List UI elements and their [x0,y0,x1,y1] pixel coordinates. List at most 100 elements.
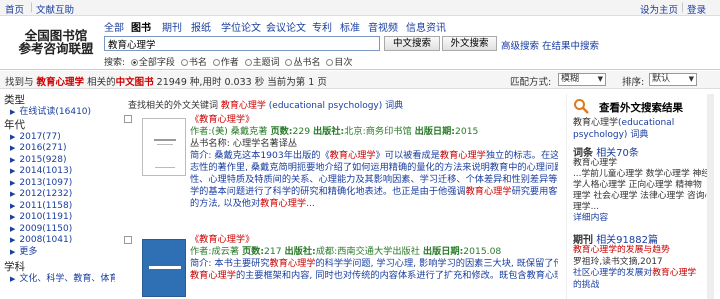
periodical-list: 教育心理学的发展与趋势 罗祖玲,读书文摘,2017 社区心理学的发展对教育心理学… [573,245,705,291]
facet-link[interactable]: 2012(1232) [19,189,72,199]
facet-item[interactable]: ▶ 更多 [0,247,115,259]
facet-link[interactable]: 更多 [19,247,37,257]
entry-content: 教育心理学 ...学前儿童心理学 数学心理学 神经心理 学人格心理学 正向心理学… [573,158,714,224]
related-keyword-link[interactable]: 教育心理学 [221,101,266,111]
facet-item[interactable]: ▶ 2015(928) [0,155,115,167]
scrollbar[interactable] [707,94,714,299]
search-scope: 搜索: 全部字段 书名 作者 主题词 丛书名 目次 [104,55,352,68]
label: 作者: [190,126,212,137]
facet-link[interactable]: 2009(1150) [19,224,72,234]
arrow-icon: ▶ [10,201,16,210]
arrow-icon: ▶ [10,213,16,221]
login-link[interactable]: 登录 [687,2,706,16]
arrow-icon: ▶ [10,275,16,283]
tab-news[interactable]: 信息资讯 [406,19,446,34]
entry-line: 理学... [573,202,599,212]
tab-standards[interactable]: 标准 [340,19,360,34]
tab-journals[interactable]: 期刊 [162,19,182,34]
tab-books[interactable]: 图书 [131,19,151,34]
facet-link[interactable]: 2013(1097) [19,178,72,188]
facet-link[interactable]: 2008(1041) [19,235,72,245]
tab-all[interactable]: 全部 [104,19,124,34]
facet-link[interactable]: 2016(271) [19,143,66,153]
radio-title[interactable] [180,59,188,66]
top-bar: 首页 文献互助 | 设为主页 | 登录 [0,0,720,16]
details-link[interactable]: 详细内容 [573,213,608,223]
arrow-icon: ▶ [10,167,16,175]
text: 相关的 [87,77,116,88]
record-title[interactable]: 《教育心理学》 [190,114,254,125]
set-home-link[interactable]: 设为主页 [640,2,678,16]
search-input[interactable] [104,36,380,51]
tab-newspapers[interactable]: 报纸 [191,19,211,34]
facet-item[interactable]: ▶ 2017(77) [0,132,115,144]
label: 出版日期: [422,246,464,257]
match-select[interactable]: 模糊 ▼ [558,73,606,86]
search-in-results-link[interactable]: 在结果中搜索 [542,38,599,52]
facet-sidebar: 类型 ▶ 在线试读(16410) 年代 ▶ 2017(77) ▶ 2016(271) … [0,94,115,299]
periodical-heading: 期刊 相关91882篇 [573,231,658,246]
periodical-article-link[interactable]: 社区心理学的发展对教育心理学 [573,268,705,280]
keyword: 教育心理学 [573,118,619,128]
facet-item[interactable]: ▶ 2016(271) [0,143,115,155]
record-title[interactable]: 《教育心理学》 [190,234,254,245]
facet-link[interactable]: 2011(1158) [19,201,72,211]
record-1: 《教育心理学》 作者:(美) 桑戴克著 页数:229 出版社:北京:商务印书馆 … [190,114,558,210]
count: 21949 [156,77,187,88]
arrow-icon: ▶ [10,247,16,256]
facet-item[interactable]: ▶ 2012(1232) [0,189,115,201]
radio-label: 主题词 [252,58,280,68]
facet-item[interactable]: ▶ 2008(1041) [0,235,115,247]
tab-patents[interactable]: 专利 [312,19,332,34]
book-cover[interactable] [142,118,186,176]
radio-series[interactable] [285,59,293,66]
facet-item[interactable]: ▶ 2010(1191) [0,212,115,224]
entry-line: 理学 社会心理学 法律心理学 咨询心 [573,191,714,201]
facet-item[interactable]: ▶ 2009(1150) [0,224,115,236]
radio-label: 丛书名 [293,58,321,68]
related-en-link[interactable]: (educational psychology) [269,101,383,111]
radio-author[interactable] [212,59,220,66]
label: 作者: [190,246,212,257]
periodical-article-link[interactable]: 的挑战 [573,280,705,292]
facet-link[interactable]: 文化、科学、教育、体育 [19,274,115,284]
facet-link[interactable]: 2015(928) [19,155,66,165]
facet-item[interactable]: ▶ 文化、科学、教育、体育 [0,274,115,286]
select-checkbox[interactable] [124,236,132,244]
foreign-search-button[interactable]: 外文搜索 [442,36,497,51]
select-checkbox[interactable] [124,115,132,123]
radio-subject[interactable] [244,59,252,66]
chevron-down-icon: ▼ [688,75,694,83]
dictionary-link[interactable]: 词典 [385,101,403,111]
feedback-link[interactable]: 文献互助 [36,2,74,16]
facet-link[interactable]: 2017(77) [19,132,60,142]
facet-item[interactable]: ▶ 2013(1097) [0,178,115,190]
arrow-icon: ▶ [10,178,16,187]
tab-media[interactable]: 音视频 [368,19,398,34]
facet-link[interactable]: 2010(1191) [19,212,72,222]
home-link[interactable]: 首页 [5,2,24,16]
foreign-results-link[interactable]: 查看外文搜索结果 [599,100,683,115]
facet-link[interactable]: 在线试读(16410) [19,107,91,117]
facet-item[interactable]: ▶ 2011(1158) [0,201,115,213]
facet-year-heading: 年代 [4,118,25,131]
arrow-icon: ▶ [10,144,16,152]
tab-theses[interactable]: 学位论文 [221,19,261,34]
periodical-article-link[interactable]: 教育心理学的发展与趋势 [573,245,705,257]
chinese-search-button[interactable]: 中文搜索 [384,36,440,51]
book-cover[interactable] [142,239,186,297]
abstract-line: 学的基本问题进行了科学的研究和精确化地表述。也正是由于他强调教育心理学研究要用客… [190,186,558,197]
text: 查找相关的外文关键词 [128,101,219,111]
tab-conference[interactable]: 会议论文 [266,19,306,34]
match-value: 模糊 [561,74,580,84]
arrow-icon: ▶ [10,132,16,141]
radio-toc[interactable] [326,59,334,66]
facet-link[interactable]: 2014(1013) [19,166,72,176]
abstract-line: 简介: 本书主要研究教育心理学的科学学问题, 学习心理, 影响学习的因素三大块,… [190,258,558,269]
radio-all-fields[interactable] [130,59,138,66]
facet-item[interactable]: ▶ 在线试读(16410) [0,107,115,119]
sort-select[interactable]: 默认 ▼ [649,73,697,86]
facet-item[interactable]: ▶ 2014(1013) [0,166,115,178]
dictionary-link[interactable]: 词典 [630,130,648,140]
advanced-search-link[interactable]: 高级搜索 [501,38,539,52]
